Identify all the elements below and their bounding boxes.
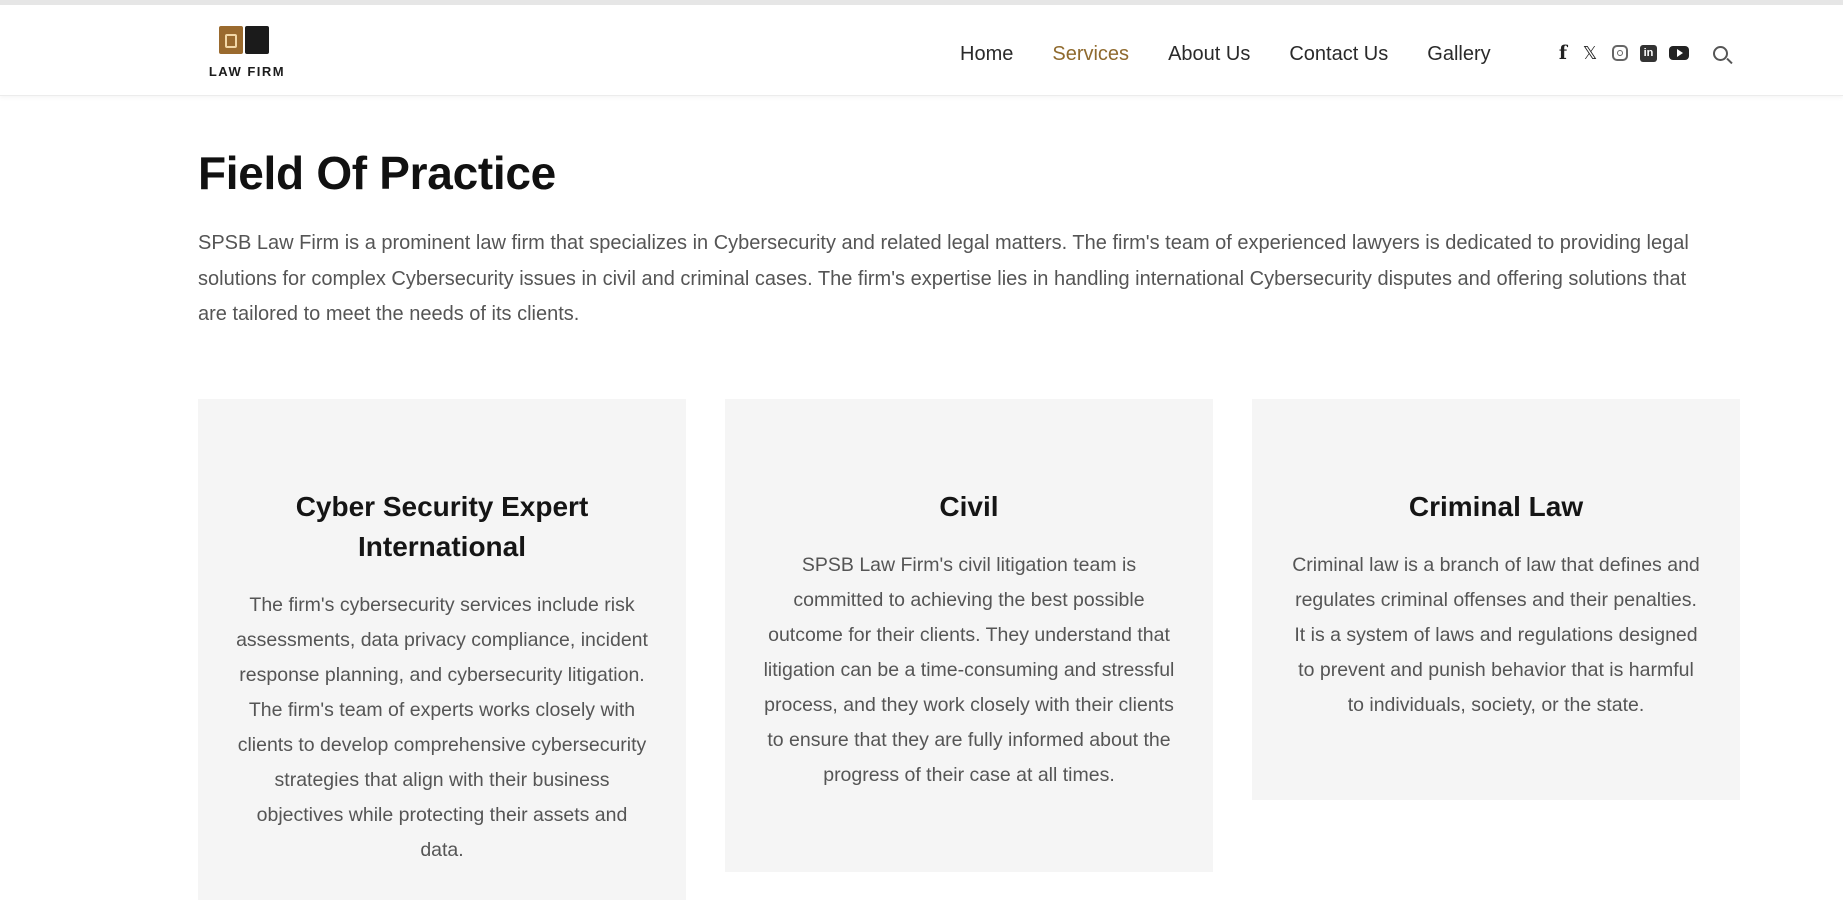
card-title: Criminal Law <box>1408 491 1584 522</box>
youtube-icon[interactable] <box>1669 46 1689 60</box>
instagram-icon[interactable] <box>1612 45 1628 61</box>
card-title: Cyber Security Expert International <box>295 491 589 562</box>
nav-home[interactable]: Home <box>960 43 1013 66</box>
logo-mark-icon <box>219 24 289 56</box>
site-header: LAW FIRM Home Services About Us Contact … <box>0 5 1843 96</box>
practice-card-cyber-security: Cyber Security Expert International The … <box>198 399 686 900</box>
nav-services[interactable]: Services <box>1052 43 1129 66</box>
practice-card-criminal-law: Criminal Law Criminal law is a branch of… <box>1252 399 1740 800</box>
card-text: The firm's cybersecurity services includ… <box>236 594 648 861</box>
social-links: f 𝕏 in <box>1558 42 1740 64</box>
nav-gallery[interactable]: Gallery <box>1427 43 1490 66</box>
nav-about-us[interactable]: About Us <box>1168 43 1250 66</box>
nav-contact-us[interactable]: Contact Us <box>1289 43 1388 66</box>
facebook-icon[interactable]: f <box>1558 42 1568 64</box>
card-title: Civil <box>939 491 999 522</box>
page-title: Field Of Practice <box>198 147 556 199</box>
main-nav: Home Services About Us Contact Us Galler… <box>960 39 1530 69</box>
twitter-icon[interactable]: 𝕏 <box>1580 43 1600 64</box>
card-text: Criminal law is a branch of law that def… <box>1292 554 1700 716</box>
practice-card-civil: Civil SPSB Law Firm's civil litigation t… <box>725 399 1213 872</box>
intro-paragraph: SPSB Law Firm is a prominent law firm th… <box>198 232 1689 325</box>
search-icon[interactable] <box>1713 45 1728 61</box>
logo-text: LAW FIRM <box>208 64 286 79</box>
site-logo[interactable]: LAW FIRM <box>197 24 297 82</box>
card-text: SPSB Law Firm's civil litigation team is… <box>763 554 1175 786</box>
linkedin-icon[interactable]: in <box>1640 44 1657 62</box>
